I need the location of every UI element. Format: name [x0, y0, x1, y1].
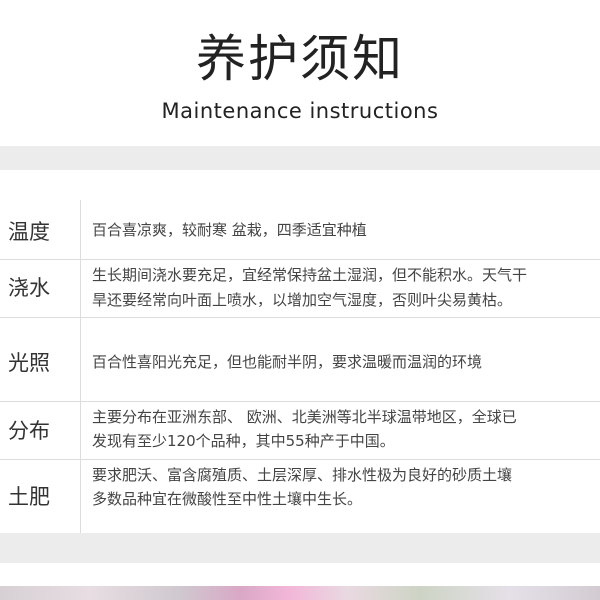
- row-text-distribution-line-1: 主要分布在亚洲东部、 欧洲、北美洲等北半球温带地区，全球已: [92, 408, 517, 426]
- row-label-soil: 土肥: [8, 485, 50, 509]
- flower-image-strip: [0, 586, 600, 600]
- table-row-light: 光照 百合性喜阳光充足，但也能耐半阴，要求温暖而温润的环境: [0, 317, 600, 402]
- table-row-temperature: 温度 百合喜凉爽，较耐寒 盆栽，四季适宜种植: [0, 200, 600, 260]
- page-title: 养护须知: [196, 30, 404, 88]
- row-text-watering-line-1: 生长期间浇水要充足，宜经常保持盆土湿润，但不能积水。天气干: [92, 266, 528, 284]
- row-label-distribution: 分布: [8, 419, 50, 443]
- row-text-distribution-line-2: 发现有至少120个品种，其中55种产于中国。: [92, 432, 395, 450]
- row-text-watering-line-2: 旱还要经常向叶面上喷水，以增加空气湿度，否则叶尖易黄枯。: [92, 291, 513, 309]
- section-divider-bottom: [0, 533, 600, 563]
- row-label-temperature: 温度: [8, 220, 50, 244]
- row-label-watering: 浇水: [8, 276, 50, 300]
- table-row-soil: 土肥 要求肥沃、富含腐殖质、土层深厚、排水性极为良好的砂质土壤 多数品种宜在微酸…: [0, 459, 600, 533]
- row-text-light-line-1: 百合性喜阳光充足，但也能耐半阴，要求温暖而温润的环境: [92, 353, 483, 371]
- table-row-distribution: 分布 主要分布在亚洲东部、 欧洲、北美洲等北半球温带地区，全球已 发现有至少12…: [0, 401, 600, 460]
- row-text-soil-line-2: 多数品种宜在微酸性至中性土壤中生长。: [92, 490, 363, 508]
- row-text-soil-line-1: 要求肥沃、富含腐殖质、土层深厚、排水性极为良好的砂质土壤: [92, 466, 513, 484]
- page-subtitle: Maintenance instructions: [161, 99, 439, 123]
- row-text-temperature-line-1: 百合喜凉爽，较耐寒 盆栽，四季适宜种植: [92, 221, 367, 239]
- row-label-light: 光照: [8, 351, 50, 375]
- table-row-watering: 浇水 生长期间浇水要充足，宜经常保持盆土湿润，但不能积水。天气干 旱还要经常向叶…: [0, 259, 600, 318]
- header: 养护须知 Maintenance instructions: [0, 0, 600, 146]
- section-divider-top: [0, 146, 600, 170]
